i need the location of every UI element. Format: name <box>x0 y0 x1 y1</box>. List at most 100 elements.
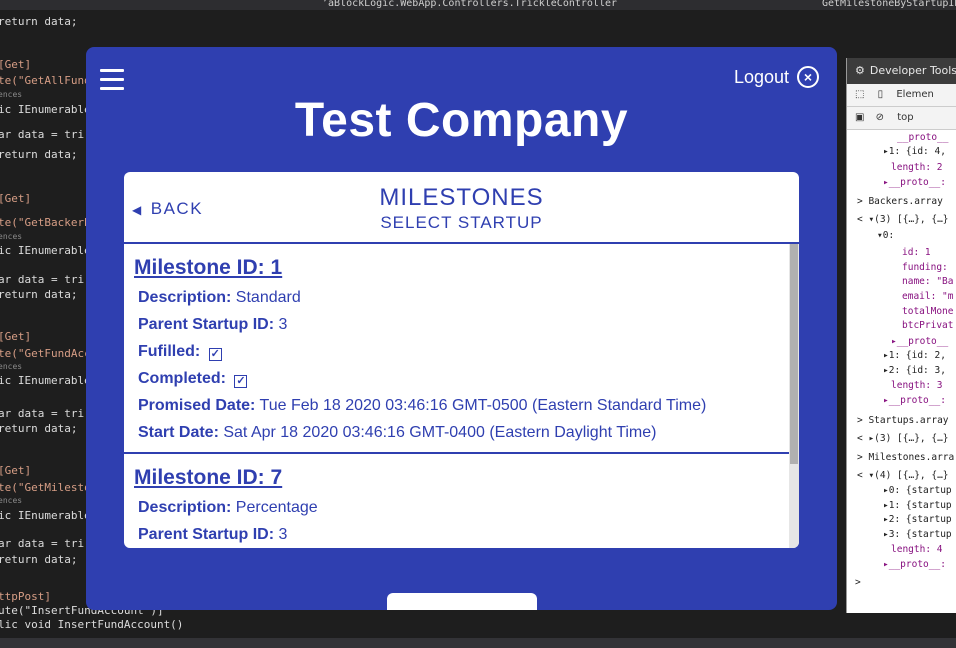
console-line: < ▸(3) [{…}, {…} <box>857 433 949 444</box>
inspect-element-icon[interactable]: ⬚ <box>855 89 864 100</box>
console-sidebar-icon[interactable]: ▣ <box>855 112 864 123</box>
milestone-item: Milestone ID: 7 Description: Percentage … <box>124 454 789 548</box>
card-subtitle: SELECT STARTUP <box>380 213 543 232</box>
ide-tab-bar: ’åBlockLogic.WebApp.Controllers.TrickleC… <box>0 0 956 10</box>
clear-console-icon[interactable]: ⊘ <box>876 112 884 123</box>
code-line: ar data = tri <box>0 128 85 141</box>
code-line: ar data = tri <box>0 273 85 286</box>
console-context-select[interactable]: top <box>897 112 913 123</box>
card-title: MILESTONES <box>379 184 544 211</box>
milestone-completed: Completed: ✓ <box>138 370 248 388</box>
list-scrollbar[interactable] <box>789 244 799 548</box>
devtools-tab-elements[interactable]: Elemen <box>896 89 933 100</box>
code-line: ences <box>0 90 23 99</box>
code-line: ences <box>0 362 23 371</box>
console-line: ▸__proto__: <box>883 559 946 570</box>
console-line: > Startups.array <box>857 415 949 426</box>
promised-date-label: Promised Date: <box>138 397 256 414</box>
code-line: ic IEnumerable <box>0 374 90 387</box>
milestone-id-link[interactable]: Milestone ID: 7 <box>134 466 282 490</box>
console-line: ▸0: {startup <box>883 485 952 496</box>
logout-button[interactable]: Logout × <box>734 66 819 88</box>
milestone-fulfilled: Fufilled: ✓ <box>138 343 222 361</box>
code-line: ic IEnumerable <box>0 244 90 257</box>
description-value: Standard <box>235 289 301 306</box>
parent-startup-label: Parent Startup ID: <box>138 316 275 333</box>
console-line: < ▾(4) [{…}, {…} <box>857 470 949 481</box>
completed-label: Completed: <box>138 370 226 387</box>
code-line: lic void InsertFundAccount() <box>0 618 184 631</box>
ide-tab-method[interactable]: GetMilestoneByStartupID <box>822 0 956 9</box>
milestone-item: Milestone ID: 1 Description: Standard Pa… <box>124 244 789 454</box>
close-circle-icon: × <box>797 66 819 88</box>
description-label: Description: <box>138 289 232 306</box>
devtools-title-bar: ⚙ Developer Tools <box>847 58 956 84</box>
code-line: ences <box>0 232 23 241</box>
code-line: [Get] <box>0 192 32 205</box>
scrollbar-thumb[interactable] <box>790 244 798 464</box>
parent-startup-value: 3 <box>278 316 288 333</box>
code-line: ic IEnumerable <box>0 509 90 522</box>
logout-label: Logout <box>733 66 789 87</box>
console-line: name: "Ba <box>902 276 954 287</box>
console-line: length: 4 <box>891 544 943 555</box>
milestone-id-link[interactable]: Milestone ID: 1 <box>134 256 282 280</box>
parent-startup-label: Parent Startup ID: <box>138 526 275 543</box>
code-line: return data; <box>0 15 78 28</box>
milestone-list[interactable]: Milestone ID: 1 Description: Standard Pa… <box>124 244 789 548</box>
code-line: return data; <box>0 422 78 435</box>
console-line: > Milestones.arra <box>857 452 955 463</box>
console-line: funding: <box>902 262 948 273</box>
milestone-promised-date: Promised Date: Tue Feb 18 2020 03:46:16 … <box>138 397 706 415</box>
code-line: ar data = tri <box>0 537 85 550</box>
console-line: length: 3 <box>891 380 943 391</box>
console-line: ▸__proto__: <box>883 177 946 188</box>
app-window: Logout × Test Company ◀ BACK MILESTONES S… <box>86 47 837 610</box>
code-line: [Get] <box>0 464 32 477</box>
devtools-toolbar: ⬚ ▯ Elemen <box>847 84 956 107</box>
code-line: [Get] <box>0 330 32 343</box>
menu-icon[interactable] <box>100 69 124 91</box>
company-title: Test Company <box>294 94 629 147</box>
ide-tab-controller[interactable]: ’åBlockLogic.WebApp.Controllers.TrickleC… <box>322 0 617 9</box>
console-line: ▸__proto__: <box>883 395 946 406</box>
code-editor: return data; [Get] te("GetAllFund ences ic I… <box>0 10 90 648</box>
bottom-action-button[interactable] <box>387 593 537 610</box>
code-line: ttpPost] <box>0 590 51 603</box>
start-date-label: Start Date: <box>138 424 219 441</box>
console-line: ▸__proto__ <box>891 336 949 347</box>
device-toggle-icon[interactable]: ▯ <box>878 89 884 100</box>
console-line: id: 1 <box>902 247 931 258</box>
code-line: te("GetMilesto <box>0 481 90 494</box>
devtools-title: Developer Tools <box>869 64 956 77</box>
code-line: [Get] <box>0 58 32 71</box>
code-line: return data; <box>0 288 78 301</box>
console-line: ▸2: {id: 3, <box>883 365 946 376</box>
developer-tools-panel: ⚙ Developer Tools ⬚ ▯ Elemen ▣ ⊘ top __pr… <box>846 58 956 613</box>
milestones-card: ◀ BACK MILESTONES SELECT STARTUP Mileston… <box>124 172 799 548</box>
code-line: te("GetFundAcc <box>0 347 90 360</box>
card-header: ◀ BACK MILESTONES SELECT STARTUP <box>124 172 799 244</box>
console-line: > <box>855 577 861 588</box>
console-line: ▾0: <box>877 230 895 241</box>
console-line: ▸2: {startup <box>883 514 952 525</box>
console-line: ▸1: {id: 2, <box>883 350 946 361</box>
description-label: Description: <box>138 499 232 516</box>
code-line: return data; <box>0 148 78 161</box>
code-line: te("GetBackerB <box>0 216 90 229</box>
console-line: btcPrivat <box>902 320 954 331</box>
console-line: > Backers.array <box>857 196 943 207</box>
console-line: __proto__ <box>897 132 949 143</box>
parent-startup-value: 3 <box>278 526 288 543</box>
code-line: te("GetAllFund <box>0 74 90 87</box>
fulfilled-label: Fufilled: <box>138 343 201 360</box>
console-line: email: "m <box>902 291 954 302</box>
milestone-parent-startup: Parent Startup ID: 3 <box>138 526 287 544</box>
milestone-description: Description: Standard <box>138 289 301 307</box>
console-line: totalMone <box>902 306 954 317</box>
start-date-value: Sat Apr 18 2020 03:46:16 GMT-0400 (Easte… <box>223 424 657 441</box>
description-value: Percentage <box>235 499 318 516</box>
promised-date-value: Tue Feb 18 2020 03:46:16 GMT-0500 (Easte… <box>259 397 707 414</box>
console-line: ▸3: {startup <box>883 529 952 540</box>
console-line: ▸1: {startup <box>883 500 952 511</box>
